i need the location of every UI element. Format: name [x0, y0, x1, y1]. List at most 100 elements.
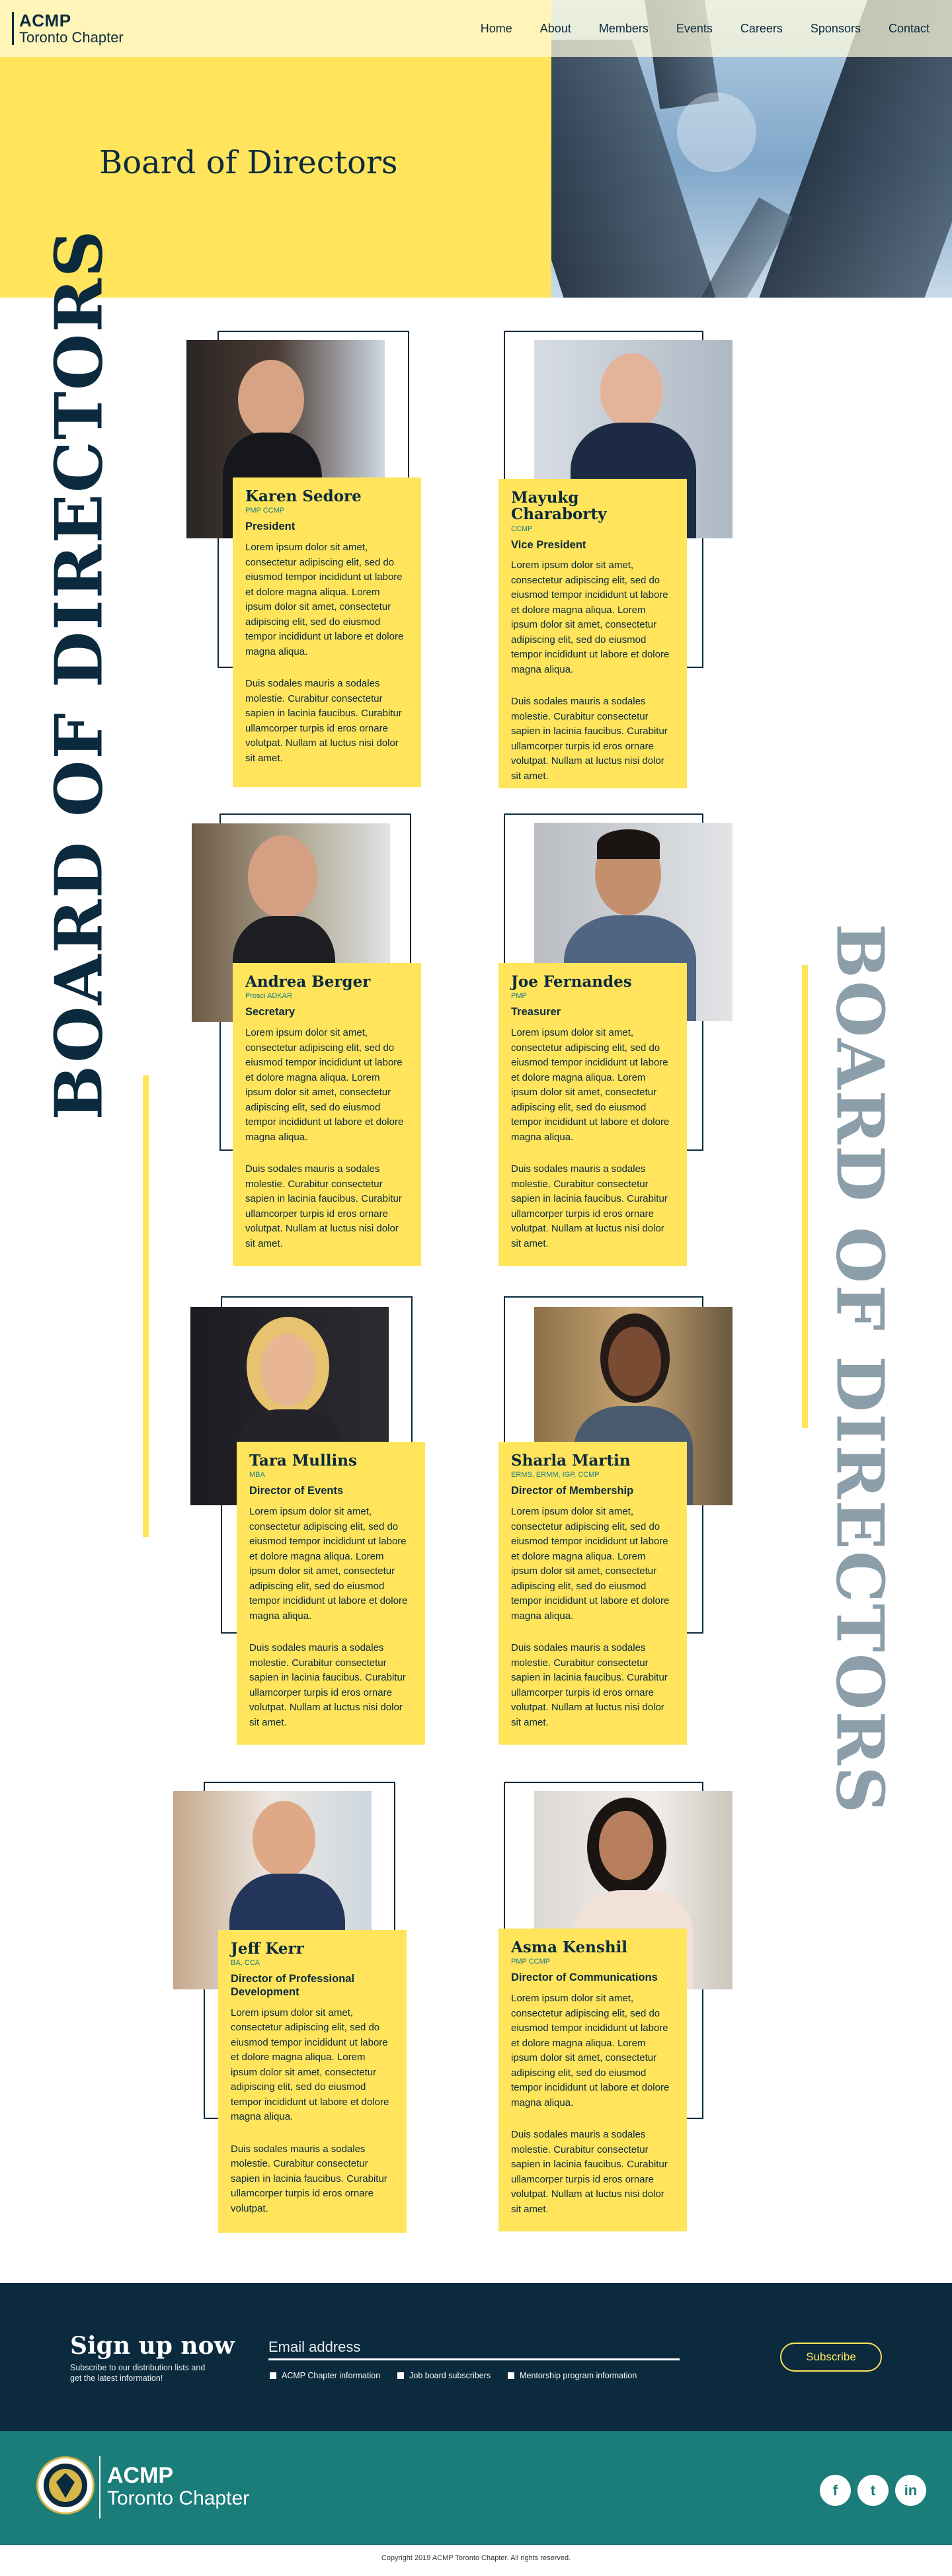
member-card: Sharla Martin ERMS, ERMM, IGP, CCMP Dire…	[498, 1296, 736, 1759]
member-bio-secondary: Duis sodales mauris a sodales molestie. …	[231, 2143, 387, 2214]
top-nav: ACMP Toronto Chapter Home About Members …	[0, 0, 952, 57]
footer-brand-chapter: Toronto Chapter	[107, 2487, 250, 2509]
member-name: Andrea Berger	[245, 973, 371, 991]
member-info: Tara Mullins MBA Director of Events Lore…	[237, 1442, 425, 1745]
member-role: Vice President	[511, 538, 586, 551]
subscribe-button[interactable]: Subscribe	[780, 2343, 882, 2372]
member-bio: Lorem ipsum dolor sit amet, consectetur …	[231, 2007, 389, 2123]
brand-name: ACMP	[19, 10, 71, 30]
vertical-heading-right: BOARD OF DIRECTORS	[821, 923, 898, 1815]
member-card: Joe Fernandes PMP Treasurer Lorem ipsum …	[498, 813, 736, 1276]
member-bio-secondary: Duis sodales mauris a sodales molestie. …	[511, 2129, 668, 2215]
member-bio: Lorem ipsum dolor sit amet, consectetur …	[511, 1993, 670, 2108]
member-info: Joe Fernandes PMP Treasurer Lorem ipsum …	[498, 963, 687, 1266]
yellow-accent-bar-left	[143, 1075, 149, 1537]
chapter-seal-logo	[36, 2456, 95, 2514]
member-card: Asma Kenshil PMP CCMP Director of Commun…	[498, 1782, 736, 2245]
member-card: Tara Mullins MBA Director of Events Lore…	[190, 1296, 428, 1759]
member-role: Treasurer	[511, 1006, 561, 1018]
member-role: President	[245, 520, 296, 533]
member-bio: Lorem ipsum dolor sit amet, consectetur …	[511, 1027, 670, 1143]
member-role: Director of Communications	[511, 1972, 658, 1984]
member-role: Director of Professional Development	[231, 1973, 355, 1999]
member-bio-secondary: Duis sodales mauris a sodales molestie. …	[245, 678, 402, 764]
page-title: Board of Directors	[99, 144, 398, 181]
member-card: Karen Sedore PMP CCMP President Lorem ip…	[186, 331, 424, 794]
member-name: Tara Mullins	[249, 1452, 357, 1470]
nav-home[interactable]: Home	[481, 22, 512, 36]
footer-brand-name: ACMP	[107, 2463, 174, 2488]
member-name: Joe Fernandes	[511, 973, 632, 991]
member-card: Andrea Berger Prosci ADKAR Secretary Lor…	[192, 813, 430, 1276]
checkbox-chapter-info[interactable]: ACMP Chapter information	[270, 2371, 380, 2380]
member-card: Mayukg Charaborty CCMP Vice President Lo…	[498, 331, 736, 794]
checkbox-label: ACMP Chapter information	[282, 2371, 381, 2380]
nav-about[interactable]: About	[540, 22, 571, 36]
signup-title: Sign up now	[70, 2332, 235, 2360]
member-credentials: BA, CCA	[231, 1959, 260, 1968]
twitter-icon[interactable]: t	[857, 2475, 889, 2506]
member-name: Sharla Martin	[511, 1452, 631, 1470]
yellow-accent-bar-right	[802, 965, 808, 1428]
member-credentials: ERMS, ERMM, IGP, CCMP	[511, 1471, 600, 1479]
member-bio-secondary: Duis sodales mauris a sodales molestie. …	[245, 1163, 402, 1249]
brand-chapter: Toronto Chapter	[19, 29, 124, 46]
member-credentials: MBA	[249, 1471, 265, 1479]
checkbox-box[interactable]	[397, 2372, 405, 2379]
board-section: BOARD OF DIRECTORS BOARD OF DIRECTORS Ka…	[0, 229, 952, 2283]
member-bio: Lorem ipsum dolor sit amet, consectetur …	[249, 1506, 408, 1622]
nav-members[interactable]: Members	[599, 22, 649, 36]
member-bio: Lorem ipsum dolor sit amet, consectetur …	[511, 560, 670, 675]
nav-contact[interactable]: Contact	[889, 22, 930, 36]
nav-events[interactable]: Events	[676, 22, 713, 36]
member-info: Andrea Berger Prosci ADKAR Secretary Lor…	[233, 963, 421, 1266]
member-bio-secondary: Duis sodales mauris a sodales molestie. …	[511, 696, 668, 782]
copyright-text: Copyright 2019 ACMP Toronto Chapter. All…	[0, 2545, 952, 2576]
member-bio-secondary: Duis sodales mauris a sodales molestie. …	[511, 1163, 668, 1249]
member-bio: Lorem ipsum dolor sit amet, consectetur …	[245, 542, 404, 657]
member-bio-secondary: Duis sodales mauris a sodales molestie. …	[249, 1642, 406, 1728]
checkbox-mentorship[interactable]: Mentorship program information	[508, 2371, 637, 2380]
signup-subtitle: Subscribe to our distribution lists and …	[70, 2363, 206, 2384]
member-name: Asma Kenshil	[511, 1938, 628, 1956]
member-role: Director of Membership	[511, 1485, 634, 1497]
checkbox-label: Mentorship program information	[520, 2371, 637, 2380]
email-field[interactable]	[268, 2339, 680, 2360]
checkbox-job-board[interactable]: Job board subscribers	[397, 2371, 491, 2380]
nav-sponsors[interactable]: Sponsors	[811, 22, 861, 36]
member-bio: Lorem ipsum dolor sit amet, consectetur …	[245, 1027, 404, 1143]
member-credentials: CCMP	[511, 524, 533, 533]
social-links: f t in	[820, 2475, 926, 2506]
nav-careers[interactable]: Careers	[740, 22, 783, 36]
seal-graphic	[44, 2464, 87, 2507]
member-info: Jeff Kerr BA, CCA Director of Profession…	[218, 1930, 407, 2233]
member-bio: Lorem ipsum dolor sit amet, consectetur …	[511, 1506, 670, 1622]
signup-section: Sign up now Subscribe to our distributio…	[0, 2283, 952, 2431]
checkbox-box[interactable]	[508, 2372, 515, 2379]
member-credentials: PMP	[511, 992, 527, 1001]
brand-logo[interactable]: ACMP Toronto Chapter	[12, 10, 124, 46]
footer-divider	[99, 2456, 100, 2518]
facebook-icon[interactable]: f	[820, 2475, 851, 2506]
member-name: Jeff Kerr	[231, 1940, 304, 1958]
member-credentials: Prosci ADKAR	[245, 992, 292, 1001]
member-credentials: PMP CCMP	[245, 507, 285, 515]
member-info: Sharla Martin ERMS, ERMM, IGP, CCMP Dire…	[498, 1442, 687, 1745]
checkbox-label: Job board subscribers	[409, 2371, 491, 2380]
member-card: Jeff Kerr BA, CCA Director of Profession…	[173, 1782, 411, 2245]
checkbox-box[interactable]	[270, 2372, 276, 2379]
member-role: Director of Events	[249, 1485, 344, 1497]
member-credentials: PMP CCMP	[511, 1958, 551, 1966]
member-name: Mayukg Charaborty	[511, 489, 607, 524]
list-options: ACMP Chapter information Job board subsc…	[270, 2371, 637, 2380]
member-info: Asma Kenshil PMP CCMP Director of Commun…	[498, 1929, 687, 2231]
member-bio-secondary: Duis sodales mauris a sodales molestie. …	[511, 1642, 668, 1728]
member-info: Mayukg Charaborty CCMP Vice President Lo…	[498, 479, 687, 788]
main-menu: Home About Members Events Careers Sponso…	[481, 22, 930, 36]
linkedin-icon[interactable]: in	[895, 2475, 926, 2506]
vertical-heading-left: BOARD OF DIRECTORS	[41, 229, 118, 1120]
footer-brand: ACMP Toronto Chapter	[107, 2464, 249, 2509]
member-info: Karen Sedore PMP CCMP President Lorem ip…	[233, 478, 421, 787]
footer: ACMP Toronto Chapter f t in	[0, 2431, 952, 2545]
member-name: Karen Sedore	[245, 487, 362, 505]
